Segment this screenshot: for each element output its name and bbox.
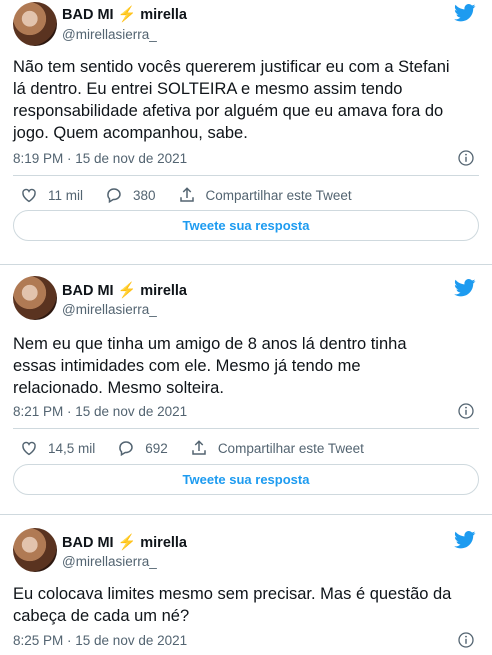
reply-count: 380 xyxy=(133,187,156,203)
reply-button[interactable]: Tweete sua resposta xyxy=(13,210,479,241)
info-icon[interactable] xyxy=(458,403,474,419)
display-name-suffix: mirella xyxy=(140,535,187,551)
like-count: 14,5 mil xyxy=(48,440,96,456)
lightning-emoji: ⚡ xyxy=(117,6,137,23)
tweet-card: BAD MI ⚡ mirella @mirellasierra_ Nem eu … xyxy=(0,264,492,510)
display-name: BAD MI xyxy=(62,7,114,23)
tweet-timestamp[interactable]: 8:21 PM · 15 de nov de 2021 xyxy=(13,403,187,421)
share-icon xyxy=(179,187,194,202)
divider xyxy=(13,175,479,176)
tweet-actions: 14,5 mil 692 Compartilhar este Tweet xyxy=(20,438,479,458)
author-name[interactable]: BAD MI ⚡ mirella xyxy=(62,534,187,552)
tweet-timestamp[interactable]: 8:25 PM · 15 de nov de 2021 xyxy=(13,632,187,650)
share-icon xyxy=(192,440,206,455)
author-name[interactable]: BAD MI ⚡ mirella xyxy=(62,282,187,300)
reply-count-button[interactable]: 692 xyxy=(117,439,168,457)
like-count: 11 mil xyxy=(48,187,84,203)
tweet-text: Nem eu que tinha um amigo de 8 anos lá d… xyxy=(13,335,407,397)
twitter-bird-icon[interactable] xyxy=(454,4,476,22)
reply-count-button[interactable]: 380 xyxy=(105,186,156,204)
tweet-text: Não tem sentido vocês quererem justifica… xyxy=(13,58,450,142)
share-label: Compartilhar este Tweet xyxy=(205,187,352,203)
twitter-bird-icon[interactable] xyxy=(454,279,476,297)
share-button[interactable]: Compartilhar este Tweet xyxy=(178,186,352,204)
speech-bubble-icon xyxy=(119,441,134,457)
tweet-timestamp[interactable]: 8:19 PM · 15 de nov de 2021 xyxy=(13,150,187,168)
display-name-suffix: mirella xyxy=(140,283,187,299)
share-label: Compartilhar este Tweet xyxy=(217,440,364,456)
display-name: BAD MI xyxy=(62,535,114,551)
author-name[interactable]: BAD MI ⚡ mirella xyxy=(62,6,187,24)
author-handle[interactable]: @mirellasierra_ xyxy=(62,26,157,44)
display-name-suffix: mirella xyxy=(140,7,187,23)
share-button[interactable]: Compartilhar este Tweet xyxy=(190,439,364,457)
author-handle[interactable]: @mirellasierra_ xyxy=(62,553,157,571)
tweet-text: Eu colocava limites mesmo sem precisar. … xyxy=(13,585,452,625)
reply-count: 692 xyxy=(145,440,168,456)
tweet-card: BAD MI ⚡ mirella @mirellasierra_ Eu colo… xyxy=(0,514,492,655)
heart-icon xyxy=(22,188,36,203)
lightning-emoji: ⚡ xyxy=(117,534,137,551)
avatar[interactable] xyxy=(13,2,57,46)
heart-icon xyxy=(22,441,36,456)
reply-button[interactable]: Tweete sua resposta xyxy=(13,464,479,495)
speech-bubble-icon xyxy=(107,188,121,204)
info-icon[interactable] xyxy=(458,150,474,166)
divider xyxy=(13,428,479,429)
lightning-emoji: ⚡ xyxy=(117,282,137,299)
like-button[interactable]: 14,5 mil xyxy=(20,439,95,457)
avatar[interactable] xyxy=(13,276,57,320)
info-icon[interactable] xyxy=(458,632,474,648)
like-button[interactable]: 11 mil xyxy=(20,186,83,204)
tweet-card: BAD MI ⚡ mirella @mirellasierra_ Não tem… xyxy=(0,0,492,262)
twitter-bird-icon[interactable] xyxy=(454,531,476,549)
author-handle[interactable]: @mirellasierra_ xyxy=(62,301,157,319)
display-name: BAD MI xyxy=(62,283,114,299)
tweet-actions: 11 mil 380 Compartilhar este Tweet xyxy=(20,185,479,205)
avatar[interactable] xyxy=(13,528,57,572)
